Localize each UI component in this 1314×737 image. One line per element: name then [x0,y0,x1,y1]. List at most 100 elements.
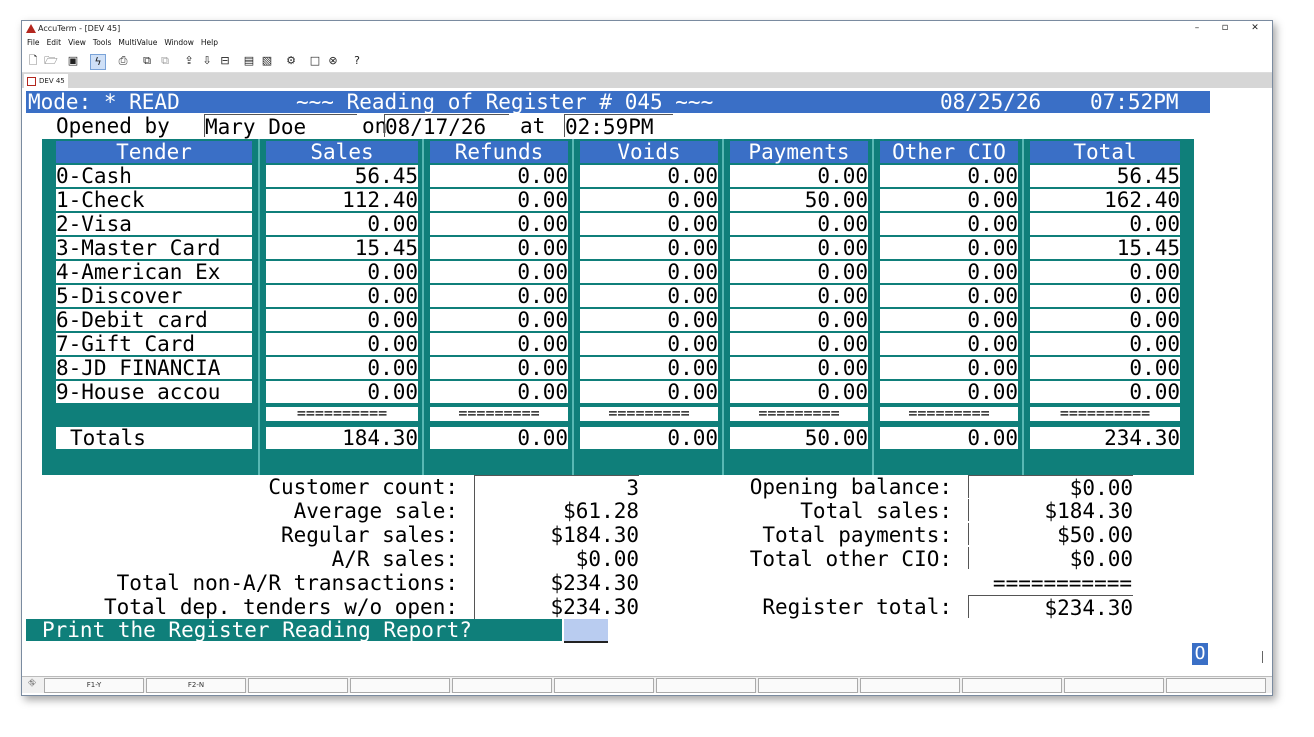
tender-name-cell: 3-Master Card [56,237,252,259]
table-cell: 0.00 [880,189,1018,211]
table-cell: 0.00 [580,333,718,355]
maximize-button[interactable]: ▫ [1218,22,1232,33]
table-cell: 112.40 [266,189,418,211]
document-icon[interactable]: ▤ [242,54,256,68]
table-cell: 0.00 [266,261,418,283]
summary-right-label: Total sales: [800,499,952,523]
column-separator [258,139,260,475]
function-key-5[interactable] [452,678,552,693]
menu-window[interactable]: Window [164,38,194,47]
function-key-3[interactable] [248,678,348,693]
open-folder-icon[interactable]: 🗁 [44,54,58,68]
tender-name-cell: 9-House accou [56,381,252,403]
title-bar: AccuTerm - [DEV 45] – ▫ ✕ [22,21,1272,38]
close-button[interactable]: ✕ [1248,23,1262,33]
table-cell: 0.00 [1030,285,1180,307]
upload-icon[interactable]: ⇪ [182,54,196,68]
column-separator [572,139,574,475]
table-cell: 0.00 [580,189,718,211]
column-header-voids: Voids [580,141,718,164]
table-cell: 0.00 [580,381,718,403]
print-prompt-text: Print the Register Reading Report? [42,618,472,642]
table-cell: 0.00 [1030,261,1180,283]
table-cell: 0.00 [580,165,718,187]
cursor-mark [1262,651,1263,663]
function-key-9[interactable] [860,678,960,693]
app-logo-icon [26,24,36,33]
table-cell: 0.00 [730,237,868,259]
function-key-1[interactable]: F1-Y [44,678,144,693]
summary-value: $184.30 [474,523,639,547]
register-total-separator: =========== [992,571,1132,595]
column-header-other-cio: Other CIO [880,141,1018,164]
close-circle-icon[interactable]: ⊗ [326,54,340,68]
summary-right-value: $234.30 [968,595,1133,620]
table-cell: 0.00 [266,357,418,379]
opened-date: 08/17/26 [384,114,509,139]
help-icon[interactable]: ? [350,54,364,68]
column-header-refunds: Refunds [430,141,568,164]
copy-icon[interactable]: ⧉ [140,54,154,68]
table-cell: 0.00 [880,309,1018,331]
menu-file[interactable]: File [27,38,40,47]
menu-view[interactable]: View [68,38,86,47]
total-separator-line: ========= [580,407,718,421]
paste-icon[interactable]: ⧉ [158,54,172,68]
menu-tools[interactable]: Tools [93,38,111,47]
function-key-7[interactable] [656,678,756,693]
picture-icon[interactable]: ▧ [260,54,274,68]
drive-icon[interactable]: ⊟ [218,54,232,68]
app-window: AccuTerm - [DEV 45] – ▫ ✕ File Edit View To… [21,20,1273,696]
table-cell: 0.00 [730,165,868,187]
total-separator-line: ========= [430,407,568,421]
download-icon[interactable]: ⇩ [200,54,214,68]
print-icon[interactable]: ⎙ [116,54,130,68]
menu-help[interactable]: Help [201,38,218,47]
save-icon[interactable]: ▣ [66,54,80,68]
function-key-4[interactable] [350,678,450,693]
mode-text: Mode: * READ [28,90,180,114]
summary-label: Regular sales: [280,523,458,547]
total-separator-line: ========== [266,407,418,421]
table-cell: 0.00 [1030,213,1180,235]
menu-edit[interactable]: Edit [47,38,62,47]
new-file-icon[interactable]: 🗋 [26,54,40,68]
print-prompt-input[interactable] [564,619,608,643]
table-cell: 0.00 [430,261,568,283]
table-cell: 0.00 [880,237,1018,259]
function-key-2[interactable]: F2-N [146,678,246,693]
table-cell: 0.00 [580,261,718,283]
table-cell: 0.00 [730,357,868,379]
table-cell: 56.45 [1030,165,1180,187]
connect-lightning-icon[interactable]: ϟ [90,54,106,70]
table-cell: 0.00 [430,309,568,331]
total-separator-line: ========== [1030,407,1180,421]
table-cell: 0.00 [1030,357,1180,379]
table-cell: 0.00 [430,237,568,259]
table-cell: 0.00 [730,213,868,235]
function-key-6[interactable] [554,678,654,693]
function-key-11[interactable] [1064,678,1164,693]
table-cell: 0.00 [430,357,568,379]
tab-dev45[interactable]: DEV 45 [24,74,68,88]
settings-gear-icon[interactable]: ⚙ [284,54,298,68]
table-cell: 56.45 [266,165,418,187]
square-icon[interactable]: □ [308,54,322,68]
totals-label: Totals [56,427,252,449]
opened-by-name: Mary Doe [204,114,357,139]
table-cell: 0.00 [1030,333,1180,355]
function-key-10[interactable] [962,678,1062,693]
function-key-8[interactable] [758,678,858,693]
table-cell: 0.00 [430,285,568,307]
tender-name-cell: 6-Debit card [56,309,252,331]
menu-multivalue[interactable]: MultiValue [118,38,157,47]
minimize-button[interactable]: – [1190,23,1204,33]
table-cell: 0.00 [580,237,718,259]
summary-right-value: $50.00 [968,523,1133,547]
table-cell: 0.00 [730,309,868,331]
summary-value: 3 [474,475,639,500]
summary-label: Total non-A/R transactions: [116,571,458,595]
keyboard-icon: ⛗ [28,678,36,689]
function-key-12[interactable] [1166,678,1266,693]
table-cell: 0.00 [730,333,868,355]
